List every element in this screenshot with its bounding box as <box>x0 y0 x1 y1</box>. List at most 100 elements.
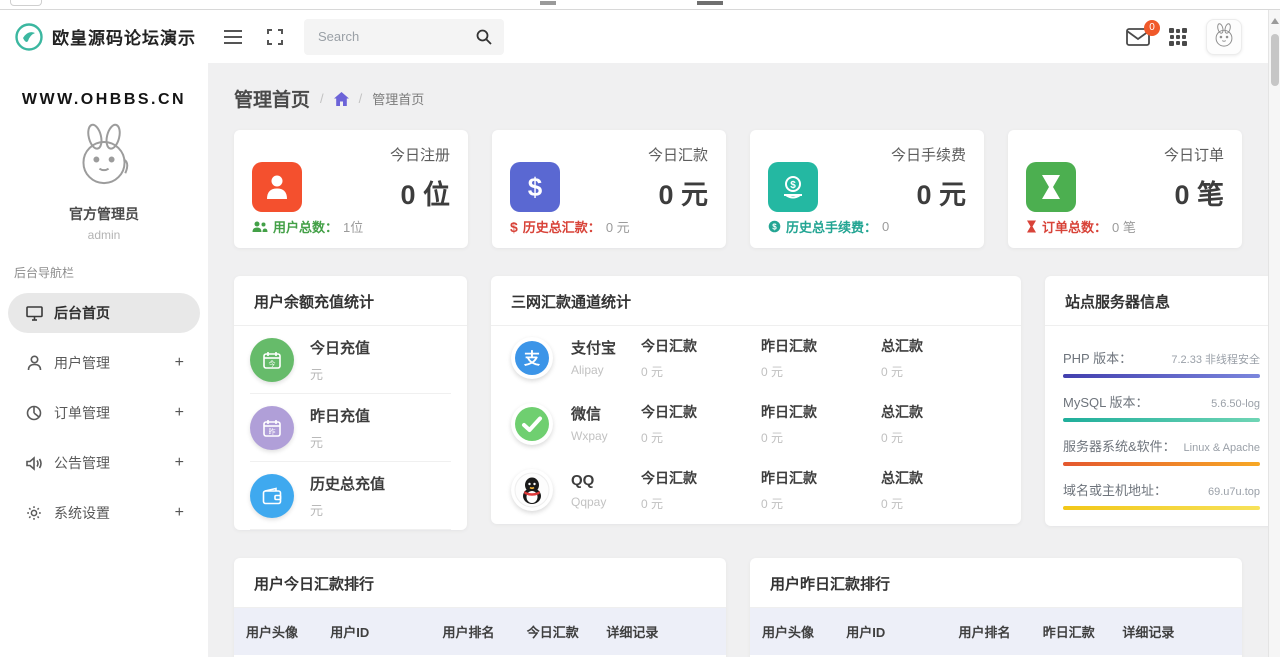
users-group-icon <box>252 221 268 233</box>
stat-title: 今日手续费 <box>891 144 966 165</box>
channel-col-value: 0 元 <box>761 429 881 446</box>
search-box <box>304 19 504 55</box>
window-scrollbar[interactable] <box>1268 10 1280 657</box>
server-label: 域名或主机地址： <box>1063 480 1167 499</box>
today-ranking-table: 用户今日汇款排行 用户头像 用户ID 用户排名 今日汇款 详细记录 <box>234 558 726 657</box>
channel-sub: Qqpay <box>571 495 641 509</box>
server-value: Linux & Apache <box>1184 442 1260 454</box>
gear-icon <box>24 505 44 521</box>
expand-plus-icon[interactable]: + <box>175 354 184 372</box>
column-header: 用户ID <box>330 622 442 641</box>
page-title: 管理首页 <box>234 85 310 112</box>
column-header: 用户排名 <box>443 622 527 641</box>
svg-text:支: 支 <box>523 349 541 368</box>
sidebar-item-label: 公告管理 <box>54 453 110 473</box>
recharge-value: 元 <box>310 364 370 383</box>
profile-name: 官方管理员 <box>0 204 208 224</box>
server-label: MySQL 版本： <box>1063 392 1148 411</box>
search-icon[interactable] <box>476 27 496 47</box>
home-icon[interactable] <box>334 92 349 106</box>
column-header: 用户ID <box>846 622 958 641</box>
column-header: 用户排名 <box>959 622 1043 641</box>
scrollbar-thumb[interactable] <box>1271 34 1279 86</box>
apps-button[interactable] <box>1168 27 1188 47</box>
panel-title: 三网汇款通道统计 <box>491 276 1021 326</box>
sidebar-item-label: 后台首页 <box>54 303 110 323</box>
messages-button[interactable]: 0 <box>1126 28 1150 46</box>
recharge-value: 元 <box>310 432 370 451</box>
channel-col-value: 0 元 <box>761 495 881 512</box>
sidebar-item-announcements[interactable]: 公告管理 + <box>8 443 200 483</box>
brand-logo-icon <box>14 22 44 52</box>
expand-plus-icon[interactable]: + <box>175 504 184 522</box>
dollar-mini-icon: $ <box>510 219 518 235</box>
stat-footer-value: 0 笔 <box>1112 217 1136 236</box>
server-label: PHP 版本： <box>1063 348 1132 367</box>
breadcrumb-current[interactable]: 管理首页 <box>372 89 424 108</box>
sidebar-item-orders[interactable]: 订单管理 + <box>8 393 200 433</box>
stat-card-orders: 今日订单 0 笔 订单总数： 0 笔 <box>1008 130 1242 248</box>
sidebar-item-users[interactable]: 用户管理 + <box>8 343 200 383</box>
apps-icon <box>1168 27 1188 47</box>
stat-card-registrations: 今日注册 0 位 用户总数： 1位 <box>234 130 468 248</box>
user-avatar[interactable] <box>1206 19 1242 55</box>
rabbit-avatar-icon <box>1210 23 1238 51</box>
channel-name: QQ <box>571 471 641 491</box>
channel-row-wechat: 微信 Wxpay 今日汇款0 元 昨日汇款0 元 总汇款0 元 <box>491 392 1021 458</box>
channel-col-label: 昨日汇款 <box>761 402 881 422</box>
channel-col-label: 总汇款 <box>881 336 1001 356</box>
rabbit-avatar-icon <box>72 123 136 193</box>
stat-value: 0 位 <box>390 173 450 212</box>
yesterday-ranking-table: 用户昨日汇款排行 用户头像 用户ID 用户排名 昨日汇款 详细记录 <box>750 558 1242 657</box>
brand[interactable]: 欧皇源码论坛演示 <box>0 22 208 52</box>
channel-col-value: 0 元 <box>881 429 1001 446</box>
channel-col-label: 总汇款 <box>881 402 1001 422</box>
scroll-up-arrow-icon[interactable] <box>1271 18 1279 24</box>
payment-channels-panel: 三网汇款通道统计 支 支付宝 Alipay 今日汇款0 元 昨日汇款0 元 总汇… <box>491 276 1021 524</box>
profile-avatar[interactable] <box>72 123 136 193</box>
channel-col-label: 今日汇款 <box>641 336 761 356</box>
stat-card-remittance: $ 今日汇款 0 元 $ 历史总汇款： 0 元 <box>492 130 726 248</box>
channel-col-label: 今日汇款 <box>641 402 761 422</box>
sidebar-item-settings[interactable]: 系统设置 + <box>8 493 200 533</box>
sidebar-item-label: 用户管理 <box>54 353 110 373</box>
php-version-bar <box>1063 374 1260 378</box>
channel-col-value: 0 元 <box>641 429 761 446</box>
channel-sub: Wxpay <box>571 429 641 443</box>
channel-col-label: 总汇款 <box>881 468 1001 488</box>
qq-pay-icon <box>511 469 553 511</box>
speaker-icon <box>24 456 44 471</box>
server-value: 7.2.33 非线程安全 <box>1171 351 1260 367</box>
user-icon <box>252 162 302 212</box>
recharge-label: 历史总充值 <box>310 473 385 494</box>
expand-plus-icon[interactable]: + <box>175 454 184 472</box>
stat-cards-row: 今日注册 0 位 用户总数： 1位 $ 今日汇款 0 元 <box>234 130 1242 248</box>
cropped-fragment <box>697 1 723 5</box>
panel-title: 用户今日汇款排行 <box>234 558 726 608</box>
server-value: 5.6.50-log <box>1211 398 1260 410</box>
pie-chart-icon <box>24 405 44 421</box>
svg-text:昨: 昨 <box>269 427 276 436</box>
stat-footer-label: 历史总汇款： <box>523 217 601 236</box>
sidebar-toggle-button[interactable] <box>216 20 250 54</box>
calendar-today-icon: 今 <box>250 338 294 382</box>
fullscreen-button[interactable] <box>258 20 292 54</box>
sidebar: WWW.OHBBS.CN 官方管理员 admin 后台导航栏 后台首页 <box>0 63 208 657</box>
recharge-label: 昨日充值 <box>310 405 370 426</box>
channel-row-alipay: 支 支付宝 Alipay 今日汇款0 元 昨日汇款0 元 总汇款0 元 <box>491 326 1021 392</box>
table-header-row: 用户头像 用户ID 用户排名 今日汇款 详细记录 <box>234 608 726 655</box>
recharge-row-total: 历史总充值 元 <box>250 462 451 530</box>
stat-value: 0 元 <box>891 173 966 212</box>
search-input[interactable] <box>304 19 504 55</box>
expand-plus-icon[interactable]: + <box>175 404 184 422</box>
server-label: 服务器系统&软件： <box>1063 436 1176 455</box>
server-info-panel: 站点服务器信息 PHP 版本： 7.2.33 非线程安全 MySQL 版本： 5… <box>1045 276 1268 526</box>
sidebar-item-dashboard[interactable]: 后台首页 <box>8 293 200 333</box>
alipay-icon: 支 <box>511 337 553 379</box>
stat-footer-label: 订单总数： <box>1042 217 1107 236</box>
stat-title: 今日订单 <box>1164 144 1224 165</box>
sidebar-item-label: 系统设置 <box>54 503 110 523</box>
server-row-domain: 域名或主机地址： 69.u7u.top <box>1063 480 1260 510</box>
wechat-pay-icon <box>511 403 553 445</box>
domain-bar <box>1063 506 1260 510</box>
